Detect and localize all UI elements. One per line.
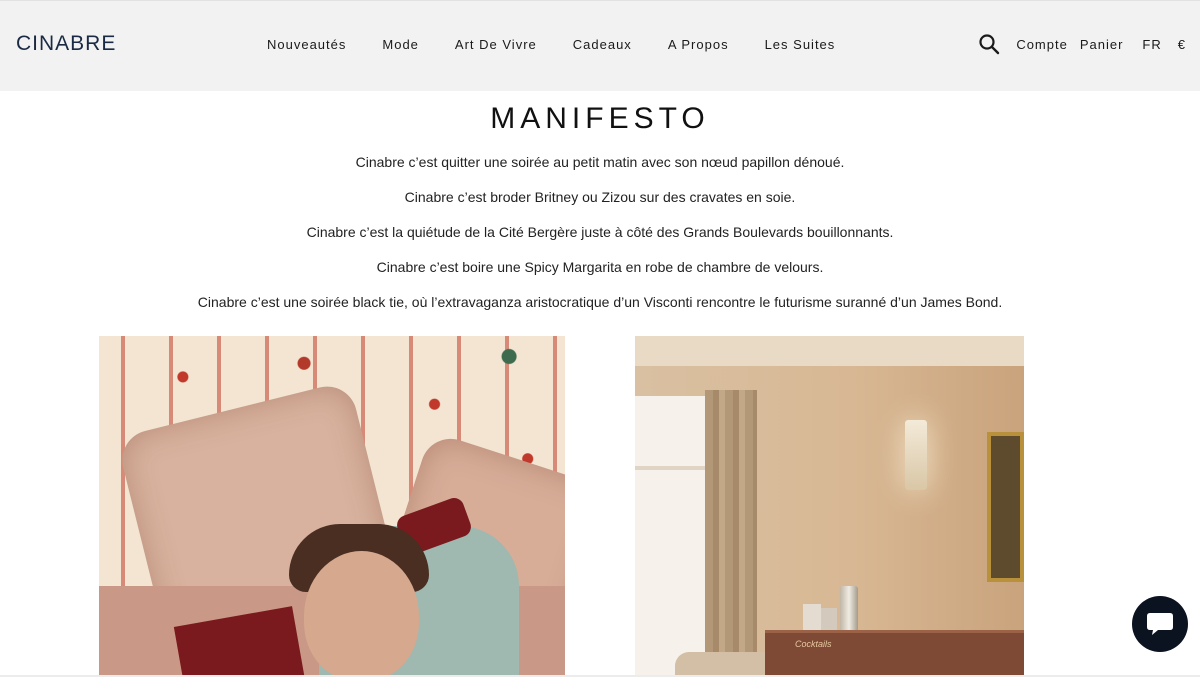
wall-sconce: [905, 420, 927, 490]
main-nav: Nouveautés Mode Art De Vivre Cadeaux A P…: [267, 37, 835, 55]
bar-cart: [765, 630, 1024, 677]
chat-button[interactable]: [1132, 596, 1188, 652]
nav-item-nouveautes[interactable]: Nouveautés: [267, 37, 346, 55]
nav-item-cadeaux[interactable]: Cadeaux: [573, 37, 632, 55]
ceiling: [635, 336, 1024, 366]
cocktail-shaker: [840, 586, 858, 636]
nav-item-art-de-vivre[interactable]: Art De Vivre: [455, 37, 537, 55]
page-title: MANIFESTO: [490, 102, 710, 135]
manifesto-line: Cinabre c’est broder Britney ou Zizou su…: [404, 189, 796, 205]
search-icon[interactable]: [978, 33, 1000, 55]
manifesto-text: Cinabre c’est quitter une soirée au peti…: [0, 153, 1200, 328]
header-utilities: Compte Panier FR €: [978, 33, 1186, 55]
cart-link[interactable]: Panier: [1080, 37, 1124, 52]
manifesto-line: Cinabre c’est la quiétude de la Cité Ber…: [306, 224, 894, 240]
photo-suite-interior: Cocktails: [635, 336, 1024, 677]
picture-frame: [987, 432, 1024, 582]
nav-item-a-propos[interactable]: A Propos: [668, 37, 729, 55]
language-selector[interactable]: FR: [1142, 37, 1161, 52]
account-link[interactable]: Compte: [1016, 37, 1068, 52]
photo-man-on-cushions: [99, 336, 565, 677]
manifesto-line: Cinabre c’est quitter une soirée au peti…: [355, 154, 845, 170]
nav-item-mode[interactable]: Mode: [382, 37, 419, 55]
window-bar: [635, 466, 710, 470]
nav-item-les-suites[interactable]: Les Suites: [765, 37, 836, 55]
site-logo[interactable]: CINABRE: [16, 32, 116, 56]
site-header: CINABRE Nouveautés Mode Art De Vivre Cad…: [0, 0, 1200, 91]
manifesto-line: Cinabre c’est boire une Spicy Margarita …: [376, 259, 824, 275]
curtain: [705, 390, 757, 677]
currency-selector[interactable]: €: [1178, 37, 1186, 52]
manifesto-line: Cinabre c’est une soirée black tie, où l…: [197, 294, 1003, 310]
face: [304, 551, 419, 677]
window: [635, 396, 714, 677]
cart-sign: Cocktails: [795, 639, 832, 649]
chat-bubble-icon: [1147, 613, 1173, 635]
